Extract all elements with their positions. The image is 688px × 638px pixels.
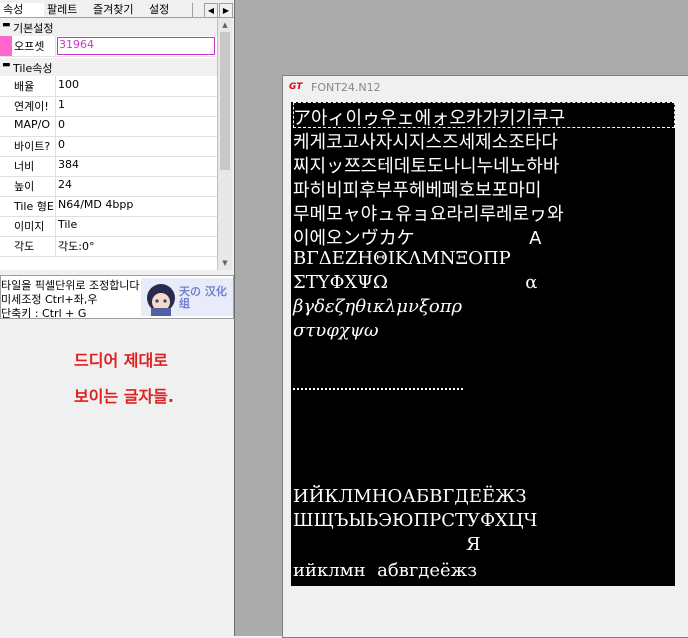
window-title: FONT24.N12 (311, 81, 381, 94)
property-row[interactable]: 각도 각도:0° (0, 236, 217, 257)
property-row-offset[interactable]: 오프셋 31964 (0, 36, 217, 57)
scroll-down-icon[interactable]: ▼ (218, 256, 232, 270)
glyph-row: ИЙКЛМНОАБВГДЕЁЖЗ (293, 486, 527, 507)
mascot-text: 天の 汉化组 (179, 285, 227, 310)
property-name: 너비 (14, 160, 35, 173)
property-value[interactable]: Tile (58, 218, 77, 231)
property-name: 배율 (14, 80, 35, 93)
property-name: MAP/O (14, 118, 51, 131)
glyph-row: ΒΓΔΕΖΗΘΙΚΛΜΝΞΟΠΡ (293, 248, 511, 269)
left-panel: 속성 팔레트 즐겨찾기 설정 ◀ ▶ ▬ 기본설정 오프셋 31964 ▬ Ti… (0, 0, 234, 636)
glyph-row: Я (466, 534, 481, 555)
hint-text: 단축키 : Ctrl + G (1, 307, 87, 319)
property-row[interactable]: MAP/O 0 (0, 116, 217, 137)
property-value[interactable]: 0 (58, 138, 65, 151)
property-name: 높이 (14, 180, 35, 193)
tab-palette[interactable]: 팔레트 (44, 3, 93, 17)
glyph-row: 무메모ャ야ュ유ョ요라리루레로ヮ와 (293, 204, 564, 225)
property-name: 연계이! (14, 100, 49, 113)
collapse-icon[interactable]: ▬ (2, 20, 11, 30)
property-value[interactable]: N64/MD 4bpp (58, 198, 133, 211)
property-row[interactable]: 높이 24 (0, 176, 217, 197)
property-name: 각도 (14, 240, 35, 253)
property-grid-scrollbar[interactable]: ▲ ▼ (218, 18, 232, 270)
glyph-row: ШЩЪЫЬЭЮПРСТУФХЦЧ (293, 510, 538, 531)
tab-scroll-arrows: ◀ ▶ (203, 3, 233, 18)
glyph-row: 케게코고사자시지스즈세제소조타다 (293, 132, 558, 153)
property-row[interactable]: 바이트? 0 (0, 136, 217, 157)
hint-panel: 타일을 픽셀단위로 조정합니다 미세조정 Ctrl+좌,우 단축키 : Ctrl… (0, 275, 234, 319)
property-row[interactable]: 연계이! 1 (0, 96, 217, 117)
property-row[interactable]: 배율 100 (0, 76, 217, 97)
property-row[interactable]: 이미지 Tile (0, 216, 217, 237)
property-value[interactable]: 1 (58, 98, 65, 111)
glyph-row: στυφχψω (293, 320, 379, 341)
caption-line-2: 보이는 글자들. (74, 387, 174, 406)
glyph-row: ΣΤΥΦΧΨΩ α (293, 272, 538, 293)
category-basic-settings[interactable]: ▬ 기본설정 (0, 18, 217, 36)
scroll-up-icon[interactable]: ▲ (218, 18, 232, 32)
property-value[interactable]: 0 (58, 118, 65, 131)
property-value[interactable]: 24 (58, 178, 72, 191)
category-label: Tile속성 (13, 62, 53, 75)
tab-scroll-left-icon[interactable]: ◀ (204, 3, 218, 18)
property-value[interactable]: 100 (58, 78, 79, 91)
property-grid: ▬ 기본설정 오프셋 31964 ▬ Tile속성 배율 100 연계이! 1 MA… (0, 18, 218, 270)
tab-favorites[interactable]: 즐겨찾기 (90, 3, 149, 17)
scrollbar-thumb[interactable] (220, 32, 230, 170)
property-name: 바이트? (14, 140, 51, 153)
property-row[interactable]: Tile 형E N64/MD 4bpp (0, 196, 217, 217)
app-logo-icon: GT (289, 82, 303, 92)
property-value[interactable]: 384 (58, 158, 79, 171)
collapse-icon[interactable]: ▬ (2, 60, 11, 70)
tab-bar: 속성 팔레트 즐겨찾기 설정 (0, 3, 234, 18)
font-viewer-window: GT FONT24.N12 ア아ィ이ゥ우ェ에ォ오카가키기쿠구 케게코고사자시지스… (282, 75, 688, 638)
tab-scroll-right-icon[interactable]: ▶ (219, 3, 233, 18)
glyph-row: 찌지ッ쯔즈테데토도나니누네노하바 (293, 156, 560, 177)
glyph-row: ийклмн абвгдеёжз (293, 560, 478, 581)
property-name: 이미지 (14, 220, 45, 233)
tab-settings[interactable]: 설정 (146, 3, 193, 17)
dotted-glyph-strip (293, 388, 463, 392)
tile-canvas[interactable]: ア아ィ이ゥ우ェ에ォ오카가키기쿠구 케게코고사자시지스즈세제소조타다 찌지ッ쯔즈테… (291, 102, 675, 586)
tab-properties[interactable]: 속성 (0, 3, 47, 17)
glyph-row: ア아ィ이ゥ우ェ에ォ오카가키기쿠구 (293, 108, 566, 129)
glyph-row: 파히비피후부푸헤베페호보포마미 (293, 180, 542, 201)
mascot-logo: 天の 汉化组 (141, 278, 233, 316)
offset-input[interactable]: 31964 (57, 37, 215, 55)
property-row[interactable]: 너비 384 (0, 156, 217, 177)
category-tile-properties[interactable]: ▬ Tile속성 (0, 58, 217, 76)
property-name: Tile 형E (14, 200, 54, 213)
glyph-row: 이에오ンヴカケ A (293, 228, 542, 249)
category-label: 기본설정 (13, 22, 54, 35)
property-value[interactable]: 각도:0° (58, 238, 94, 254)
window-titlebar[interactable]: GT FONT24.N12 (283, 76, 688, 98)
glyph-row: βγδεζηθικλμνξοπρ (293, 296, 463, 317)
caption-line-1: 드디어 제대로 (74, 351, 168, 370)
column-divider (55, 36, 56, 56)
property-name: 오프셋 (14, 40, 45, 53)
selection-marker (0, 36, 12, 56)
